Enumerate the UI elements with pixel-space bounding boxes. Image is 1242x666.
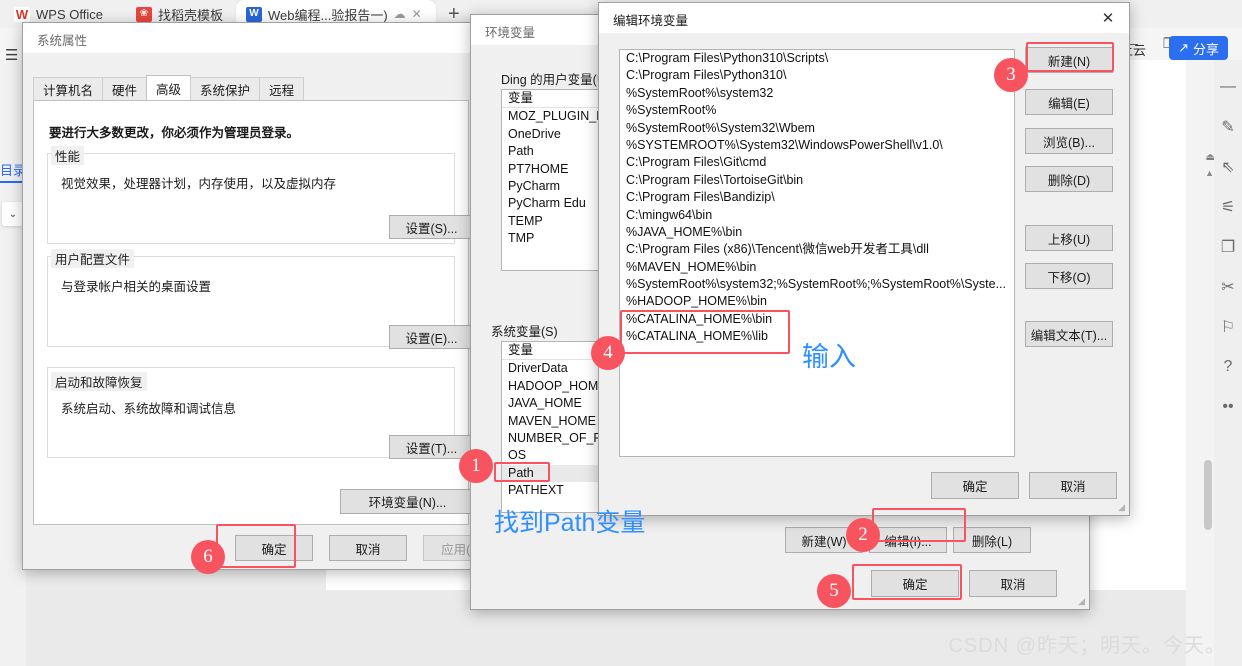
performance-settings-button[interactable]: 设置(S)... [389,215,474,239]
list-item[interactable]: %SystemRoot% [620,102,1014,119]
performance-description: 视觉效果，处理器计划，内存使用，以及虚拟内存 [61,177,337,191]
list-item[interactable]: %MAVEN_HOME%\bin [620,259,1014,276]
tab-system-protection[interactable]: 系统保护 [190,77,261,101]
edit-env-titlebar: 编辑环境变量 ✕ [599,3,1129,33]
help-question-icon[interactable]: ? [1219,358,1237,376]
wps-tab-label: Web编程...验报告一) [268,7,388,23]
list-item[interactable]: C:\Program Files\Bandizip\ [620,189,1014,206]
share-label: 分享 [1192,41,1219,57]
close-icon[interactable]: ✕ [412,7,422,21]
browse-entry-button[interactable]: 浏览(B)... [1025,128,1113,154]
divider-icon: — [1220,78,1236,95]
startup-recovery-description: 系统启动、系统故障和调试信息 [61,402,237,416]
sliders-settings-icon[interactable]: ⚟ [1219,198,1237,216]
tab-advanced[interactable]: 高级 [146,75,192,101]
system-edit-button[interactable]: 编辑(I)... [869,527,947,553]
user-profiles-group-title: 用户配置文件 [51,249,135,268]
list-item[interactable]: %HADOOP_HOME%\bin [620,293,1014,310]
new-entry-button[interactable]: 新建(N) [1025,47,1113,73]
docer-logo-icon: ❀ [136,6,152,22]
startup-recovery-settings-button[interactable]: 设置(T)... [389,435,474,459]
scissors-tools-icon[interactable]: ✂ [1219,278,1237,296]
edit-entry-button[interactable]: 编辑(E) [1025,89,1113,115]
list-item[interactable]: C:\Program Files\Git\cmd [620,154,1014,171]
system-new-button[interactable]: 新建(W) [785,527,863,553]
system-properties-title: 系统属性 [37,34,88,48]
edit-environment-variable-dialog: 编辑环境变量 ✕ C:\Program Files\Python310\Scri… [598,2,1130,516]
text-box-icon[interactable]: ❐ [1219,238,1237,256]
startup-recovery-group-title: 启动和故障恢复 [51,372,147,391]
more-dots-icon[interactable]: •• [1219,398,1237,416]
system-properties-dialog: 系统属性 计算机名 硬件 高级 系统保护 远程 要进行大多数更改，你必须作为管理… [22,22,501,570]
list-item[interactable]: C:\Program Files\Python310\Scripts\ [620,50,1014,67]
user-profiles-description: 与登录帐户相关的桌面设置 [61,280,212,294]
list-item-catalina-lib[interactable]: %CATALINA_HOME%\lib [620,328,1014,345]
delete-entry-button[interactable]: 删除(D) [1025,166,1113,192]
wps-tab-label: WPS Office [36,6,103,22]
performance-group-title: 性能 [51,146,85,165]
writer-doc-icon: W [246,6,262,22]
wps-tab-label: 找稻壳模板 [158,7,224,23]
tab-remote[interactable]: 远程 [259,77,305,101]
cloud-sync-icon: ☁ [393,7,406,21]
path-entries-list[interactable]: C:\Program Files\Python310\Scripts\ C:\P… [619,49,1015,457]
sysprops-cancel-button[interactable]: 取消 [329,535,407,561]
user-variables-label: Ding 的用户变量(U) [501,73,611,87]
csdn-watermark: CSDN @昨天；明天。今天。 [948,635,1226,657]
system-properties-tabstrip: 计算机名 硬件 高级 系统保护 远程 [33,75,305,101]
sysprops-ok-button[interactable]: 确定 [235,535,313,561]
edit-env-ok-button[interactable]: 确定 [931,472,1019,499]
share-icon: ↗ [1178,40,1189,55]
resize-grip-icon[interactable]: ◢ [1118,502,1125,513]
wps-logo-icon: W [14,6,30,22]
list-item-catalina-bin[interactable]: %CATALINA_HOME%\bin [620,311,1014,328]
admin-notice: 要进行大多数更改，你必须作为管理员登录。 [49,126,300,140]
env-vars-title: 环境变量 [485,26,536,40]
envvars-ok-button[interactable]: 确定 [871,570,959,597]
chevron-down-icon[interactable]: ⌄ [2,202,24,226]
list-item[interactable]: %SYSTEMROOT%\System32\WindowsPowerShell\… [620,137,1014,154]
list-item[interactable]: %JAVA_HOME%\bin [620,224,1014,241]
edit-text-button[interactable]: 编辑文本(T)... [1025,321,1113,347]
list-item[interactable]: C:\Program Files\Python310\ [620,67,1014,84]
list-item[interactable]: %SystemRoot%\system32 [620,85,1014,102]
wps-right-rail: — ✎ ⇖ ⚟ ❐ ✂ ⚐ ? •• [1214,60,1242,666]
close-icon[interactable]: ✕ [1087,3,1129,33]
resize-grip-icon[interactable]: ◢ [1078,596,1085,607]
scrollbar-thumb[interactable] [1204,460,1212,530]
edit-env-title: 编辑环境变量 [613,14,689,28]
system-variables-label: 系统变量(S) [491,325,558,339]
edit-env-cancel-button[interactable]: 取消 [1029,472,1117,499]
list-item[interactable]: C:\Program Files (x86)\Tencent\微信web开发者工… [620,241,1014,258]
tab-computer-name[interactable]: 计算机名 [33,77,104,101]
list-item[interactable]: C:\Program Files\TortoiseGit\bin [620,172,1014,189]
system-delete-button[interactable]: 删除(L) [953,527,1031,553]
move-up-button[interactable]: 上移(U) [1025,225,1113,251]
document-scrollbar[interactable] [1204,160,1212,530]
system-properties-titlebar: 系统属性 [23,23,477,53]
share-button[interactable]: ↗ 分享 [1169,36,1228,60]
list-item[interactable]: C:\mingw64\bin [620,207,1014,224]
list-item[interactable]: %SystemRoot%\System32\Wbem [620,120,1014,137]
menu-icon[interactable]: ☰ [5,46,18,64]
user-profiles-settings-button[interactable]: 设置(E)... [389,325,474,349]
flag-bookmark-icon[interactable]: ⚐ [1219,318,1237,336]
tab-hardware[interactable]: 硬件 [102,77,148,101]
cursor-select-icon[interactable]: ⇖ [1219,158,1237,176]
move-down-button[interactable]: 下移(O) [1025,263,1113,289]
envvars-cancel-button[interactable]: 取消 [969,570,1057,597]
pen-edit-icon[interactable]: ✎ [1219,118,1237,136]
list-item[interactable]: %SystemRoot%\system32;%SystemRoot%;%Syst… [620,276,1014,293]
environment-variables-button[interactable]: 环境变量(N)... [340,489,475,514]
